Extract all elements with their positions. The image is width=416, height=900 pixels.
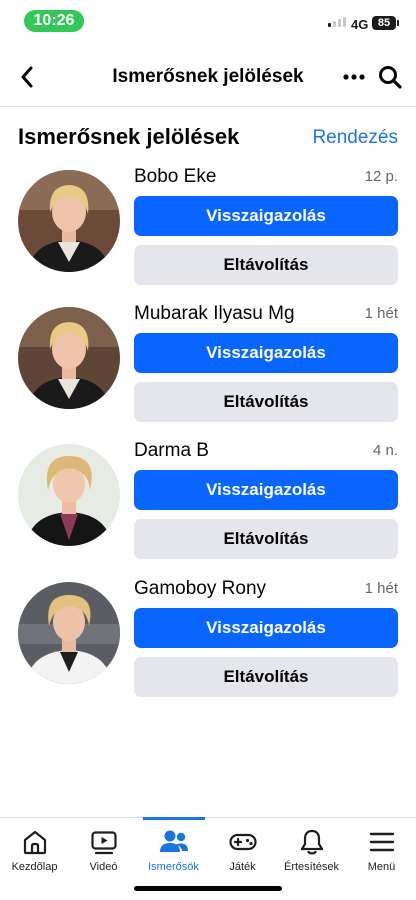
delete-button[interactable]: Eltávolítás [134,657,398,697]
nav-label: Videó [89,861,118,873]
home-icon [20,828,50,856]
request-name[interactable]: Bobo Eke [134,166,216,188]
nav-label: Kezdőlap [11,861,58,873]
friend-request: Gamoboy Rony 1 hét Visszaigazolás Eltávo… [0,572,416,702]
nav-label: Menü [367,861,396,873]
confirm-button[interactable]: Visszaigazolás [134,470,398,510]
nav-label: Ismerősök [148,861,199,873]
nav-label: Játék [229,861,256,873]
request-time: 1 hét [364,305,398,322]
nav-label: Értesítések [283,861,340,873]
request-name[interactable]: Gamoboy Rony [134,578,266,600]
request-time: 12 p. [364,168,398,185]
status-time: 10:26 [24,10,84,32]
friends-icon [159,828,189,856]
home-indicator [134,886,282,891]
bell-icon [297,828,327,856]
friend-request: Darma B 4 n. Visszaigazolás Eltávolítás [0,434,416,564]
more-button[interactable] [340,64,368,90]
delete-button[interactable]: Eltávolítás [134,382,398,422]
request-time: 1 hét [364,580,398,597]
menu-icon [367,828,397,856]
avatar[interactable] [18,582,120,684]
header: Ismerősnek jelölések [0,52,416,102]
search-button[interactable] [376,63,404,91]
nav-item-menu[interactable]: Menü [347,818,416,884]
confirm-button[interactable]: Visszaigazolás [134,608,398,648]
nav-item-gaming[interactable]: Játék [208,818,277,884]
friend-request: Mubarak Ilyasu Mg 1 hét Visszaigazolás E… [0,297,416,427]
nav-item-video[interactable]: Videó [69,818,138,884]
signal-icon [328,17,346,27]
header-divider [0,106,416,107]
request-name[interactable]: Darma B [134,440,209,462]
sort-link[interactable]: Rendezés [312,127,398,149]
gamepad-icon [228,828,258,856]
delete-button[interactable]: Eltávolítás [134,245,398,285]
request-time: 4 n. [372,442,398,459]
battery-icon: 85 [372,16,399,30]
avatar[interactable] [18,170,120,272]
status-bar: 10:26 4G 85 [0,0,416,44]
more-icon [343,74,365,80]
avatar[interactable] [18,307,120,409]
friend-request: Bobo Eke 12 p. Visszaigazolás Eltávolítá… [0,160,416,290]
delete-button[interactable]: Eltávolítás [134,519,398,559]
network-type: 4G [351,17,369,32]
video-icon [89,828,119,856]
section-title: Ismerősnek jelölések [18,124,240,149]
search-icon [379,66,402,89]
request-name[interactable]: Mubarak Ilyasu Mg [134,303,295,325]
active-indicator [142,817,205,820]
nav-item-notifications[interactable]: Értesítések [277,818,346,884]
nav-item-friends[interactable]: Ismerősök [139,817,208,884]
confirm-button[interactable]: Visszaigazolás [134,196,398,236]
avatar[interactable] [18,444,120,546]
confirm-button[interactable]: Visszaigazolás [134,333,398,373]
nav-item-home[interactable]: Kezdőlap [0,818,69,884]
